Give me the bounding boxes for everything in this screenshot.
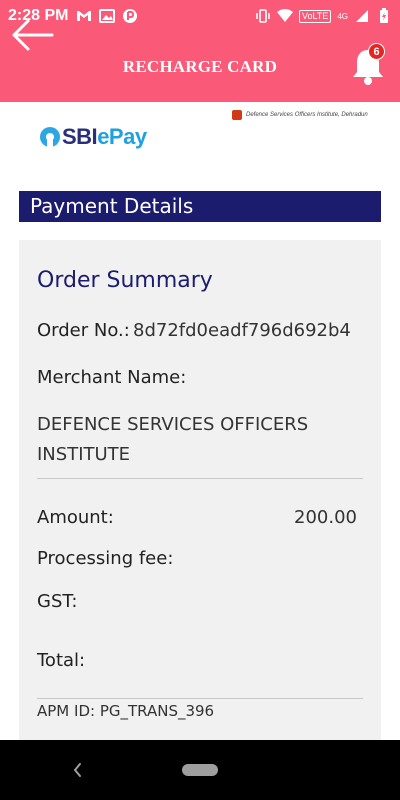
divider [37,698,363,699]
merchant-emblem-icon [232,110,242,120]
chevron-left-icon [73,763,81,777]
wifi-icon [276,9,293,23]
status-notification-icons [76,9,138,23]
sbi-epay-logo: SBIePay [40,124,147,150]
amount-value: 200.00 [294,507,357,528]
network-type: 4G [337,11,348,21]
volte-indicator: VoLTE [298,9,332,23]
apm-id: APM ID: PG_TRANS_396 [37,702,215,720]
system-nav-bar [0,740,400,800]
sbi-logo-sbi: SBI [62,124,98,149]
total-label: Total: [37,650,86,671]
merchant-mini-text: Defence Services Officers Institute, Deh… [246,112,368,118]
sbi-logo-icon [40,127,60,147]
back-button[interactable] [10,16,56,54]
processing-fee-label: Processing fee: [37,548,174,569]
order-summary-title: Order Summary [37,268,213,293]
merchant-name-label: Merchant Name: [37,367,187,388]
app-bar: RECHARGE CARD [0,32,400,102]
nav-back-button[interactable] [68,760,88,780]
merchant-name-value: DEFENCE SERVICES OFFICERS INSTITUTE [37,414,309,465]
order-summary-card: Order Summary Order No.: 8d72fd0eadf796d… [19,240,381,750]
order-number-value: 8d72fd0eadf796d692b4 [133,320,351,341]
merchant-mini-logo: Defence Services Officers Institute, Deh… [232,110,368,120]
vibrate-icon [255,9,271,23]
order-number-label: Order No.: [37,320,130,341]
sbi-logo-text: SBIePay [62,124,147,150]
status-system-icons: VoLTE 4G [255,8,392,23]
image-icon [99,9,116,23]
sbi-logo-epay: ePay [97,124,147,149]
screen: 2:28 PM VoLTE 4G RECHARGE CARD 6 SBIePay… [0,0,400,800]
gst-label: GST: [37,591,78,612]
divider [37,478,363,479]
gmail-icon [76,9,92,23]
nav-home-button[interactable] [182,764,218,776]
arrow-left-icon [12,19,54,51]
status-bar: 2:28 PM VoLTE 4G [0,0,400,32]
paytm-icon [122,9,138,23]
page-title: RECHARGE CARD [122,57,278,76]
amount-label: Amount: [37,507,114,528]
battery-charging-icon [376,8,392,23]
signal-icon [354,9,370,23]
payment-details-header: Payment Details [19,191,381,222]
notification-count-badge: 6 [368,43,385,60]
